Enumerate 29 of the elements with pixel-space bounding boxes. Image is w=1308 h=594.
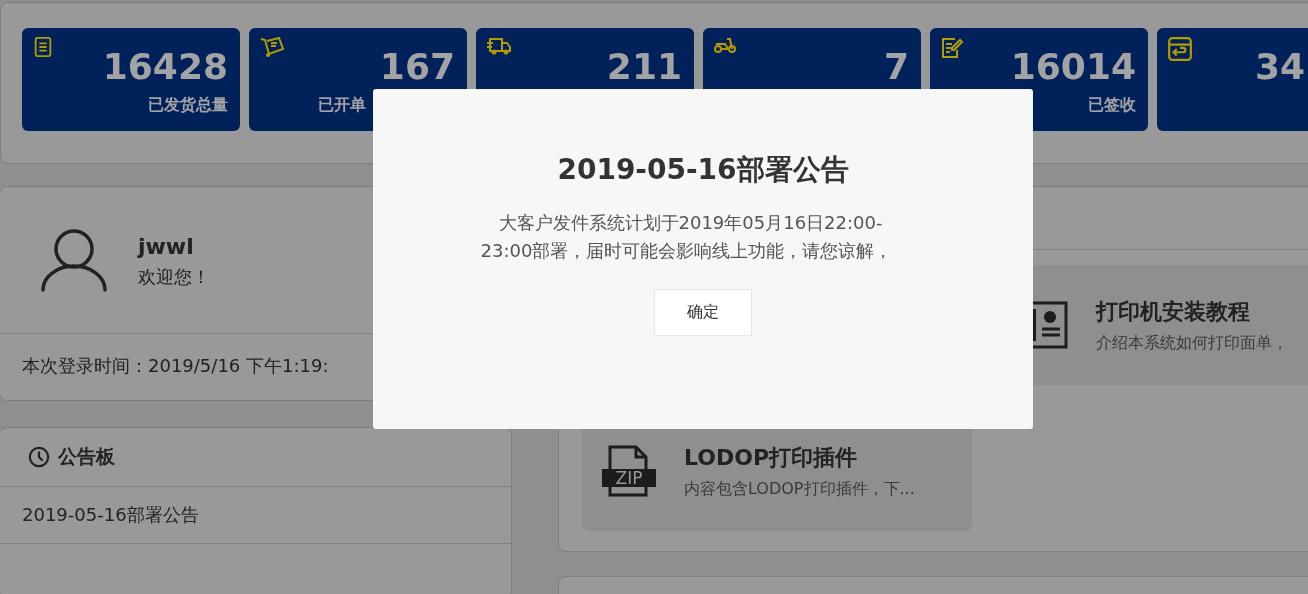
dialog-title: 2019-05-16部署公告 [557, 152, 849, 188]
edit-document-icon [940, 36, 964, 60]
notice-board-title: 公告板 [58, 444, 115, 469]
welcome-text: 欢迎您！ [138, 264, 210, 289]
confirm-button[interactable]: 确定 [654, 289, 752, 336]
resource-description: 介绍本系统如何打印面单， [1096, 332, 1288, 354]
resource-description: 内容包含LODOP打印插件，下... [684, 478, 915, 500]
stat-value: 16428 [102, 45, 228, 89]
stat-label: 已签收 [1088, 95, 1136, 116]
truck-icon [486, 36, 512, 56]
box-return-icon [1167, 36, 1193, 62]
stat-label: 已发货总量 [148, 95, 228, 116]
scooter-icon [713, 36, 737, 54]
resource-title: LODOP打印插件 [684, 443, 859, 472]
stat-value: 167 [379, 45, 455, 89]
user-name: jwwl [138, 233, 195, 259]
stat-value: 7 [883, 45, 909, 89]
notice-item[interactable]: 2019-05-16部署公告 [0, 487, 511, 544]
clock-icon [28, 446, 50, 468]
clipboard-icon [32, 36, 54, 58]
dialog-message: 大客户发件系统计划于2019年05月16日22:00-23:00部署，届时可能会影响线上功能，请您谅解， [480, 211, 894, 263]
cart-icon [259, 36, 285, 58]
stat-value: 16014 [1010, 45, 1136, 89]
stat-value: 211 [606, 45, 682, 89]
stat-value: 34 [1254, 45, 1305, 89]
stat-label: 已开单 [318, 95, 366, 116]
resource-title: 打印机安装教程 [1096, 297, 1251, 326]
user-icon [40, 229, 108, 293]
login-time: 本次登录时间：2019/5/16 下午1:19: [21, 354, 330, 378]
